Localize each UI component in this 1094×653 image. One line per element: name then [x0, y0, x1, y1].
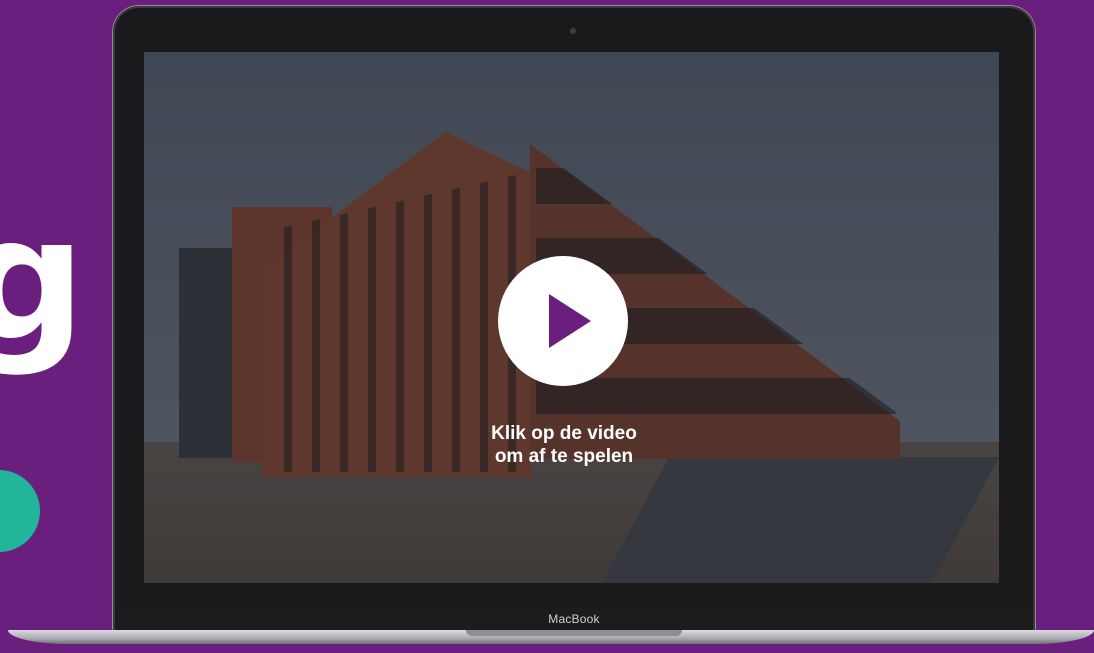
play-caption-line1: Klik op de video	[491, 423, 637, 444]
play-caption: Klik op de video om af te spelen	[444, 422, 684, 468]
play-icon	[549, 294, 591, 348]
camera-icon	[570, 28, 576, 34]
play-caption-line2: om af te spelen	[494, 446, 634, 467]
brand-label: MacBook	[548, 612, 600, 626]
video-player[interactable]: Klik op de video om af te spelen	[144, 52, 999, 583]
laptop-base-notch	[466, 630, 682, 636]
partial-heading-letter: g	[0, 181, 86, 379]
decorative-teal-circle	[0, 470, 40, 552]
play-button[interactable]	[498, 256, 628, 386]
laptop-chin: MacBook	[118, 608, 1030, 632]
